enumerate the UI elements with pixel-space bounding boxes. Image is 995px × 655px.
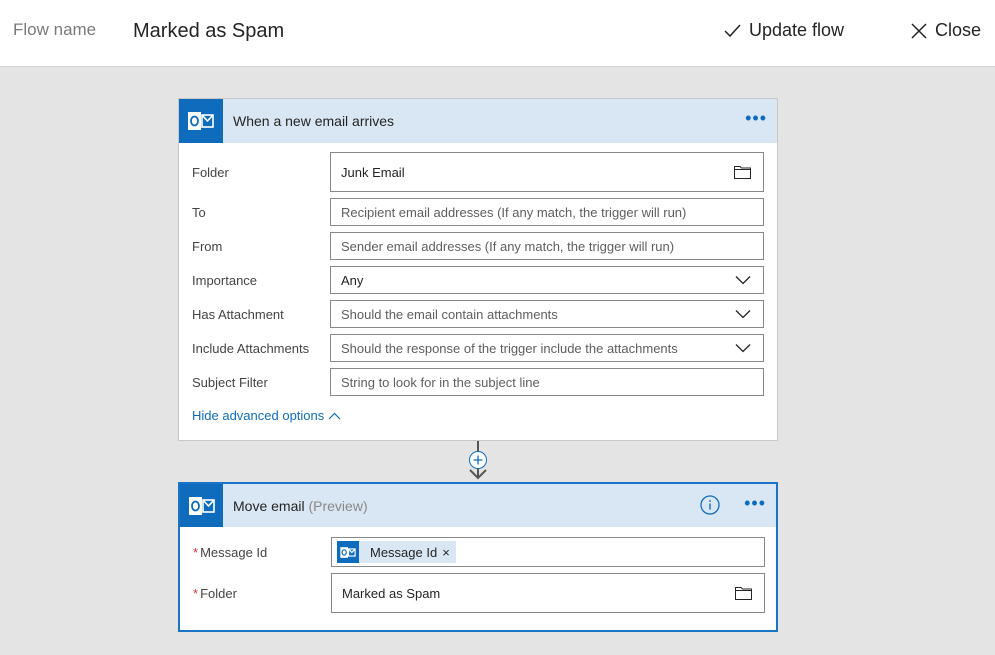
trigger-title: When a new email arrives — [233, 113, 395, 129]
flow-name-label: Flow name — [13, 20, 97, 39]
include-attachments-label: Include Attachments — [192, 341, 310, 356]
chevron-down-icon[interactable] — [735, 276, 751, 285]
close-label: Close — [935, 20, 982, 40]
outlook-icon — [179, 99, 223, 143]
chevron-up-icon — [328, 412, 341, 419]
move-email-title: Move email (Preview) — [233, 498, 368, 514]
include-attachments-placeholder: Should the response of the trigger inclu… — [341, 340, 678, 356]
chevron-down-icon[interactable] — [735, 310, 751, 319]
trigger-card: When a new email arrives ••• Folder Junk… — [178, 98, 778, 441]
close-button[interactable]: Close — [911, 20, 981, 41]
subject-filter-field[interactable]: String to look for in the subject line — [330, 368, 764, 396]
message-id-label: * Message Id — [193, 545, 267, 560]
subject-filter-placeholder: String to look for in the subject line — [341, 374, 540, 390]
folder-icon[interactable] — [735, 586, 752, 600]
close-icon — [911, 22, 927, 39]
folder-value: Junk Email — [341, 164, 405, 180]
to-label: To — [192, 205, 206, 220]
plus-icon[interactable] — [469, 451, 487, 469]
move-email-card: Move email (Preview) ••• * Message Id Mes… — [178, 482, 778, 632]
folder-icon[interactable] — [734, 165, 751, 179]
from-field[interactable]: Sender email addresses (If any match, th… — [330, 232, 764, 260]
has-attachment-placeholder: Should the email contain attachments — [341, 306, 558, 322]
move-email-title-text: Move email — [233, 497, 305, 514]
message-id-field[interactable]: Message Id × — [331, 537, 765, 567]
info-icon[interactable] — [700, 495, 720, 520]
importance-value: Any — [341, 272, 364, 288]
arrow-down-icon — [469, 469, 487, 480]
move-email-card-header[interactable]: Move email (Preview) ••• — [180, 484, 776, 527]
hide-advanced-options-link[interactable]: Hide advanced options — [192, 408, 341, 423]
target-folder-label-text: Folder — [200, 586, 237, 601]
flow-name-input[interactable]: Marked as Spam — [133, 20, 284, 43]
update-flow-button[interactable]: Update flow — [724, 20, 844, 41]
include-attachments-dropdown[interactable]: Should the response of the trigger inclu… — [330, 334, 764, 362]
folder-label: Folder — [192, 165, 229, 180]
target-folder-label: * Folder — [193, 586, 237, 601]
required-mark: * — [193, 586, 199, 601]
to-placeholder: Recipient email addresses (If any match,… — [341, 204, 687, 220]
remove-token-icon[interactable]: × — [442, 545, 450, 560]
target-folder-field[interactable]: Marked as Spam — [331, 573, 765, 613]
top-bar: Flow name Marked as Spam Update flow Clo… — [0, 0, 995, 67]
chevron-down-icon[interactable] — [735, 344, 751, 353]
checkmark-icon — [724, 23, 741, 37]
outlook-icon — [337, 541, 359, 563]
more-dots-icon[interactable]: ••• — [744, 494, 766, 512]
required-mark: * — [193, 545, 199, 560]
from-placeholder: Sender email addresses (If any match, th… — [341, 238, 675, 254]
importance-dropdown[interactable]: Any — [330, 266, 764, 294]
importance-label: Importance — [192, 273, 258, 288]
folder-field[interactable]: Junk Email — [330, 152, 764, 192]
more-dots-icon[interactable]: ••• — [745, 109, 767, 127]
outlook-icon — [180, 484, 223, 527]
preview-tag: (Preview) — [308, 497, 368, 514]
has-attachment-label: Has Attachment — [192, 307, 284, 322]
hide-advanced-options-label: Hide advanced options — [192, 408, 325, 423]
has-attachment-dropdown[interactable]: Should the email contain attachments — [330, 300, 764, 328]
message-id-label-text: Message Id — [200, 545, 268, 560]
target-folder-value: Marked as Spam — [342, 585, 441, 601]
trigger-card-header[interactable]: When a new email arrives ••• — [179, 99, 777, 143]
subject-filter-label: Subject Filter — [192, 375, 268, 390]
to-field[interactable]: Recipient email addresses (If any match,… — [330, 198, 764, 226]
message-id-token[interactable]: Message Id × — [337, 541, 456, 563]
update-flow-label: Update flow — [749, 20, 845, 40]
from-label: From — [192, 239, 223, 254]
message-id-token-label: Message Id — [370, 544, 438, 560]
